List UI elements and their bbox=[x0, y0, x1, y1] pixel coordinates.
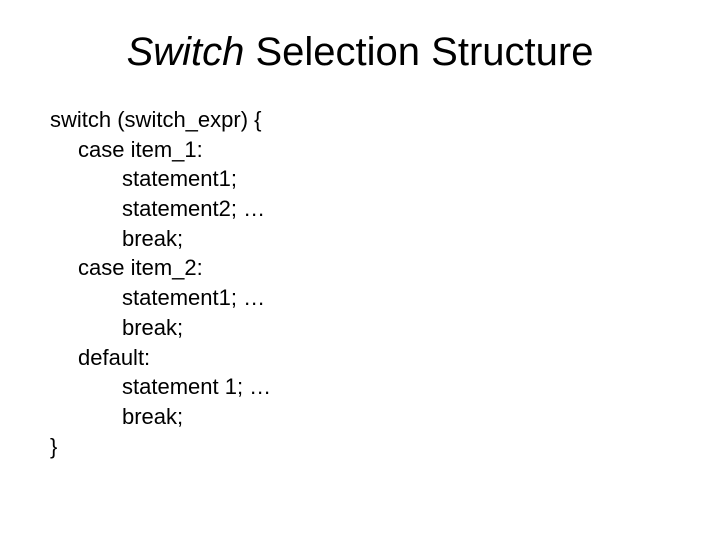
code-line: default: bbox=[50, 343, 670, 373]
code-line: case item_1: bbox=[50, 135, 670, 165]
code-block: switch (switch_expr) { case item_1: stat… bbox=[50, 105, 670, 461]
slide: Switch Selection Structure switch (switc… bbox=[0, 0, 720, 481]
code-line: statement 1; … bbox=[50, 372, 670, 402]
code-line: } bbox=[50, 432, 670, 462]
slide-title: Switch Selection Structure bbox=[50, 30, 670, 75]
title-rest: Selection Structure bbox=[244, 30, 593, 74]
code-line: break; bbox=[50, 224, 670, 254]
code-line: break; bbox=[50, 402, 670, 432]
code-line: statement2; … bbox=[50, 194, 670, 224]
code-line: statement1; bbox=[50, 164, 670, 194]
title-keyword: Switch bbox=[127, 30, 245, 74]
code-line: break; bbox=[50, 313, 670, 343]
code-line: switch (switch_expr) { bbox=[50, 105, 670, 135]
code-line: statement1; … bbox=[50, 283, 670, 313]
code-line: case item_2: bbox=[50, 253, 670, 283]
